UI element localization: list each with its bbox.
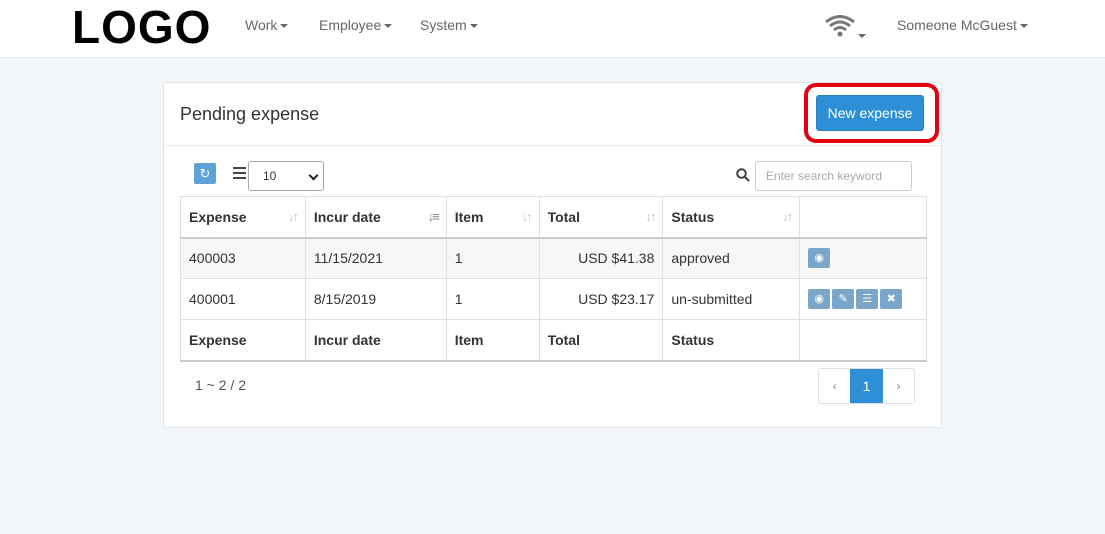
- nav-employee[interactable]: Employee: [319, 17, 393, 33]
- header-item-label: Item: [454, 208, 484, 225]
- header-incur-date[interactable]: Incur date ↓≡: [304, 196, 447, 239]
- cell-status: approved: [662, 237, 801, 279]
- footer-status: Status: [662, 319, 801, 362]
- cell-actions: ◉: [799, 237, 927, 279]
- refresh-button[interactable]: ↻: [194, 163, 216, 184]
- sort-icon: ↓↑: [645, 209, 656, 224]
- eye-icon: ◉: [814, 252, 824, 265]
- close-icon: ✖: [886, 293, 896, 305]
- cell-actions: ◉ ✎ ☰ ✖: [799, 278, 927, 320]
- page-size-value: 10: [263, 169, 277, 183]
- sort-desc-icon: ↓≡: [427, 209, 440, 224]
- footer-item: Item: [445, 319, 540, 362]
- sort-icon: ↓↑: [521, 209, 533, 224]
- header-status-label: Status: [671, 208, 715, 225]
- eye-icon: ◉: [814, 293, 824, 305]
- next-page-button[interactable]: ›: [883, 369, 914, 403]
- header-incur-date-label: Incur date: [313, 208, 381, 225]
- new-expense-button[interactable]: New expense: [816, 95, 924, 131]
- caret-down-icon: [1019, 24, 1028, 29]
- cell-status: un-submitted: [662, 278, 801, 320]
- table-header-row: Expense ↓↑ Incur date ↓≡ Item ↓↑ Total ↓↑ St…: [180, 196, 927, 239]
- pagination: ‹ 1 ›: [818, 368, 915, 404]
- refresh-icon: ↻: [199, 166, 211, 181]
- sort-icon: ↓↑: [287, 209, 299, 224]
- view-button[interactable]: ◉: [808, 248, 831, 269]
- cell-expense: 400003: [180, 237, 306, 279]
- panel-title: Pending expense: [180, 104, 320, 124]
- table-row: 400003 11/15/2021 1 USD $41.38 approved …: [180, 237, 927, 279]
- cell-incur-date: 11/15/2021: [304, 237, 447, 279]
- view-button[interactable]: ◉: [808, 289, 831, 309]
- edit-button[interactable]: ✎: [832, 289, 855, 309]
- cell-expense: 400001: [180, 278, 306, 320]
- pagination-info: 1 ~ 2 / 2: [195, 377, 246, 393]
- caret-down-icon: [280, 24, 289, 29]
- header-status[interactable]: Status ↓↑: [662, 196, 801, 239]
- pending-expense-panel: Pending expense New expense ↻ 10 Expense…: [163, 82, 942, 428]
- delete-button[interactable]: ✖: [880, 289, 903, 309]
- page-button-current[interactable]: 1: [850, 369, 883, 403]
- cell-incur-date: 8/15/2019: [304, 278, 447, 320]
- list-icon[interactable]: [233, 167, 246, 179]
- footer-actions: [799, 319, 927, 362]
- cell-total: USD $23.17: [538, 278, 664, 320]
- nav-work-label: Work: [245, 17, 278, 33]
- search-icon: [736, 168, 750, 182]
- cell-item: 1: [445, 237, 540, 279]
- submit-button[interactable]: ☰: [856, 289, 879, 309]
- sort-icon: ↓↑: [782, 209, 793, 224]
- footer-total: Total: [538, 319, 664, 362]
- wifi-icon[interactable]: [822, 14, 866, 40]
- nav-employee-label: Employee: [319, 17, 382, 33]
- nav-system[interactable]: System: [420, 17, 478, 33]
- expense-table: Expense ↓↑ Incur date ↓≡ Item ↓↑ Total ↓↑ St…: [180, 196, 927, 362]
- caret-down-icon: [384, 24, 393, 29]
- table-footer-row: Expense Incur date Item Total Status: [180, 319, 927, 362]
- cell-item: 1: [445, 278, 540, 320]
- page-size-select[interactable]: 10: [248, 161, 324, 191]
- header-expense[interactable]: Expense ↓↑: [180, 196, 306, 239]
- table-row: 400001 8/15/2019 1 USD $23.17 un-submitt…: [180, 278, 927, 320]
- caret-down-icon: [469, 24, 478, 29]
- edit-icon: ✎: [838, 293, 848, 305]
- top-navbar: LOGO Work Employee System Someone McGues…: [0, 0, 1105, 58]
- search-input[interactable]: [755, 161, 912, 191]
- nav-work[interactable]: Work: [245, 17, 289, 33]
- cell-total: USD $41.38: [538, 237, 664, 279]
- chevron-down-icon: [308, 170, 319, 181]
- user-menu[interactable]: Someone McGuest: [897, 17, 1028, 33]
- document-icon: ☰: [862, 293, 873, 305]
- header-expense-label: Expense: [189, 208, 247, 225]
- header-total-label: Total: [547, 208, 580, 225]
- header-total[interactable]: Total ↓↑: [538, 196, 664, 239]
- panel-heading: Pending expense New expense: [164, 83, 941, 146]
- footer-incur-date: Incur date: [304, 319, 447, 362]
- nav-system-label: System: [420, 17, 467, 33]
- prev-page-button[interactable]: ‹: [819, 369, 850, 403]
- footer-expense: Expense: [180, 319, 306, 362]
- header-item[interactable]: Item ↓↑: [445, 196, 540, 239]
- user-name: Someone McGuest: [897, 17, 1017, 33]
- logo[interactable]: LOGO: [72, 2, 211, 52]
- header-actions: [799, 196, 927, 239]
